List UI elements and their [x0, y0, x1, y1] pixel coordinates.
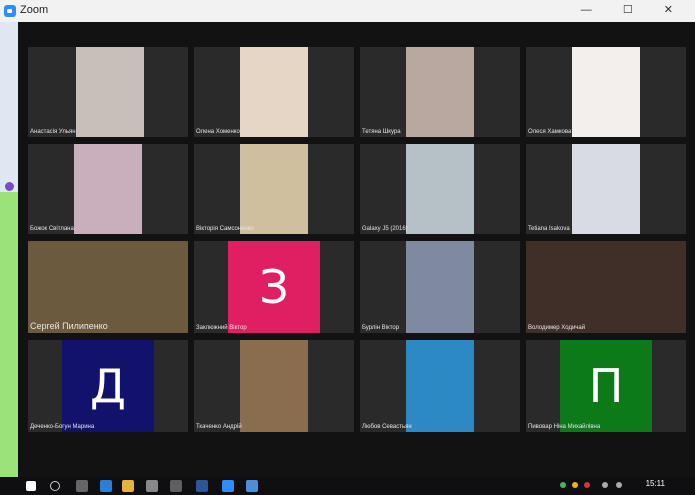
- participant-tile[interactable]: Galaxy J5 (2016): [360, 144, 520, 234]
- participant-video: [240, 144, 308, 234]
- participant-initial-avatar: П: [560, 340, 652, 432]
- participant-initial-avatar: Д: [62, 340, 154, 432]
- participant-name: Божок Світлана: [30, 226, 74, 232]
- participant-tile[interactable]: Сергей Пилипенко: [28, 241, 188, 333]
- participant-name: Galaxy J5 (2016): [362, 226, 408, 232]
- task-view-icon[interactable]: [76, 480, 88, 492]
- participant-name: Володимер Ходичай: [528, 325, 586, 331]
- participant-initial-avatar: З: [228, 241, 320, 333]
- green-panel: [0, 192, 18, 477]
- tray-icon[interactable]: [584, 482, 590, 488]
- network-icon[interactable]: [602, 482, 608, 488]
- participant-name: Вікторія Самсоненко: [196, 226, 254, 232]
- participant-tile[interactable]: Анастасія Ульян: [28, 47, 188, 137]
- search-icon[interactable]: [50, 481, 60, 491]
- participant-name: Тетяна Шкура: [362, 129, 401, 135]
- participant-video: [406, 241, 474, 333]
- store-icon[interactable]: [146, 480, 158, 492]
- tray-icon[interactable]: [572, 482, 578, 488]
- word-icon[interactable]: [196, 480, 208, 492]
- tray-icon[interactable]: [560, 482, 566, 488]
- participant-tile[interactable]: Ткаченко Андрій: [194, 340, 354, 432]
- participant-video: [406, 47, 474, 137]
- gallery-view: Анастасія Ульян Олена Хоменко Тетяна Шку…: [18, 22, 695, 477]
- edge-icon[interactable]: [100, 480, 112, 492]
- volume-icon[interactable]: [616, 482, 622, 488]
- participant-tile[interactable]: Олеся Хамкова: [526, 47, 686, 137]
- participant-video: [76, 47, 144, 137]
- participant-name: Олена Хоменко: [196, 129, 240, 135]
- participant-name: Ткаченко Андрій: [196, 424, 242, 430]
- participant-tile[interactable]: З Заклюжний Віктор: [194, 241, 354, 333]
- clock[interactable]: 15:11: [646, 480, 665, 488]
- participant-name: Анастасія Ульян: [30, 129, 76, 135]
- participant-tile[interactable]: Божок Світлана: [28, 144, 188, 234]
- participant-video: [28, 241, 188, 333]
- participant-name: Заклюжний Віктор: [196, 325, 247, 331]
- title-bar: Zoom — ☐ ✕: [0, 0, 695, 23]
- participant-tile[interactable]: Бурлін Віктор: [360, 241, 520, 333]
- participant-tile[interactable]: Володимер Ходичай: [526, 241, 686, 333]
- participant-tile[interactable]: Тетяна Шкура: [360, 47, 520, 137]
- participant-name: Бурлін Віктор: [362, 325, 400, 331]
- participant-name: Олеся Хамкова: [528, 129, 572, 135]
- participant-tile[interactable]: Любов Севастьян: [360, 340, 520, 432]
- participant-tile[interactable]: П Пивовар Ніна Михайлівна: [526, 340, 686, 432]
- windows-taskbar: 15:11: [0, 477, 695, 495]
- participant-name: Сергей Пилипенко: [30, 321, 108, 331]
- participant-name: Любов Севастьян: [362, 424, 412, 430]
- participant-video: [406, 340, 474, 432]
- file-explorer-icon[interactable]: [122, 480, 134, 492]
- participant-name: Пивовар Ніна Михайлівна: [528, 424, 601, 430]
- zoom-taskbar-icon[interactable]: [222, 480, 234, 492]
- participant-tile[interactable]: Олена Хоменко: [194, 47, 354, 137]
- app-taskbar-icon[interactable]: [246, 480, 258, 492]
- participant-video: [572, 47, 640, 137]
- mail-icon[interactable]: [170, 480, 182, 492]
- participant-tile[interactable]: Вікторія Самсоненко: [194, 144, 354, 234]
- participant-name: Деченко-Богун Марина: [30, 424, 95, 430]
- participant-video: [240, 47, 308, 137]
- participant-tile[interactable]: Д Деченко-Богун Марина: [28, 340, 188, 432]
- participant-name: Tetiana Isakova: [528, 226, 570, 232]
- window-controls[interactable]: — ☐ ✕: [581, 3, 687, 16]
- participant-video: [526, 241, 686, 333]
- participant-video: [74, 144, 142, 234]
- participant-video: [240, 340, 308, 432]
- participant-tile[interactable]: Tetiana Isakova: [526, 144, 686, 234]
- zoom-logo-icon: [4, 5, 16, 17]
- participant-video: [572, 144, 640, 234]
- start-button-icon[interactable]: [26, 481, 36, 491]
- app-icon: [5, 182, 14, 191]
- participant-video: [406, 144, 474, 234]
- background-window-strip: [0, 22, 18, 477]
- window-title: Zoom: [20, 4, 49, 16]
